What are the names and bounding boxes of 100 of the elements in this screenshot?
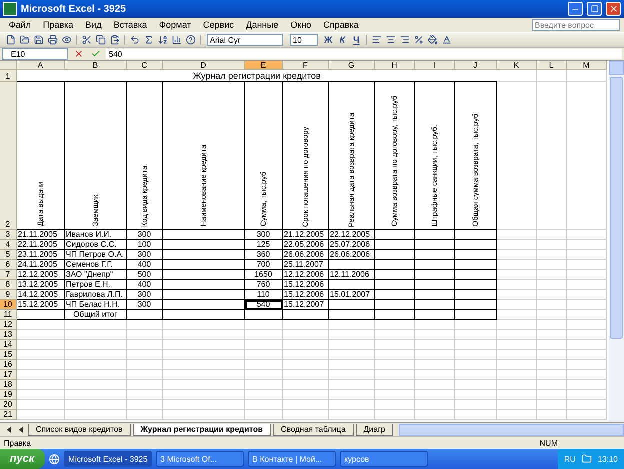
format-button[interactable]: К [336, 34, 349, 46]
help-search-field[interactable]: Введите вопрос [532, 19, 620, 31]
help-button[interactable] [184, 34, 197, 46]
align-center-button[interactable] [384, 34, 397, 46]
column-header[interactable]: E [245, 61, 283, 70]
column-header[interactable]: M [567, 61, 607, 70]
row-header[interactable]: 4 [0, 240, 17, 250]
copy-button[interactable] [94, 34, 107, 46]
row-header[interactable]: 16 [0, 360, 17, 370]
name-box[interactable]: E10 [2, 48, 68, 60]
save-button[interactable] [32, 34, 45, 46]
row-header[interactable]: 9 [0, 290, 17, 300]
close-button[interactable] [606, 2, 621, 16]
menu-item[interactable]: Данные [241, 20, 284, 30]
empty-cell [455, 300, 497, 310]
menu-item[interactable]: Сервис [198, 20, 240, 30]
row-header[interactable]: 21 [0, 410, 17, 420]
tab-nav-icon[interactable] [19, 426, 23, 432]
format-button[interactable]: Ж [322, 34, 335, 46]
taskbar-button[interactable]: 3 Microsoft Of... [156, 451, 244, 467]
row-header[interactable]: 13 [0, 330, 17, 340]
row-header[interactable]: 12 [0, 320, 17, 330]
font-name-field[interactable]: Arial Cyr [207, 34, 283, 46]
column-header[interactable]: K [497, 61, 537, 70]
scissors-button[interactable] [80, 34, 93, 46]
row-header[interactable]: 14 [0, 340, 17, 350]
format-button[interactable]: Ч [350, 34, 363, 46]
tab-nav-icon[interactable] [7, 426, 11, 432]
row-header[interactable]: 8 [0, 280, 17, 290]
font-size-field[interactable]: 10 [290, 34, 318, 46]
column-header[interactable]: A [17, 61, 65, 70]
menu-item[interactable]: Окно [286, 20, 317, 30]
column-header[interactable]: J [455, 61, 497, 70]
chart-button[interactable] [170, 34, 183, 46]
column-header[interactable]: C [127, 61, 163, 70]
empty-cell [537, 370, 567, 380]
empty-cell [455, 400, 497, 410]
empty-cell [127, 350, 163, 360]
taskbar-button[interactable]: В Контакте | Мой... [248, 451, 336, 467]
row-header[interactable]: 6 [0, 260, 17, 270]
sort-icon [158, 35, 168, 45]
empty-cell [245, 350, 283, 360]
row-header[interactable]: 5 [0, 250, 17, 260]
menu-item[interactable]: Справка [318, 20, 364, 30]
empty-cell [375, 350, 415, 360]
row-header[interactable]: 15 [0, 350, 17, 360]
empty-cell [415, 370, 455, 380]
menu-item[interactable]: Файл [4, 20, 36, 30]
row-header[interactable]: 10 [0, 300, 17, 310]
empty-cell [455, 350, 497, 360]
sheet-tab[interactable]: Список видов кредитов [28, 424, 131, 436]
empty-cell [415, 380, 455, 390]
row-header[interactable]: 11 [0, 310, 17, 320]
column-header[interactable]: B [65, 61, 127, 70]
column-header[interactable]: F [283, 61, 329, 70]
row-header[interactable]: 2 [0, 82, 17, 230]
row-header[interactable]: 19 [0, 390, 17, 400]
table-cell: 300 [127, 230, 163, 240]
empty-cell [245, 410, 283, 420]
row-header[interactable]: 7 [0, 270, 17, 280]
row-header[interactable]: 17 [0, 370, 17, 380]
column-header[interactable]: G [329, 61, 375, 70]
row-header[interactable]: 1 [0, 70, 17, 82]
sheet-tab[interactable]: Сводная таблица [273, 424, 354, 436]
row-header[interactable]: 3 [0, 230, 17, 240]
browser-icon[interactable] [48, 454, 60, 464]
row-header[interactable]: 18 [0, 380, 17, 390]
vertical-scrollbar[interactable] [609, 61, 624, 422]
menu-item[interactable]: Правка [38, 20, 79, 30]
column-header[interactable]: I [415, 61, 455, 70]
sheet-tab[interactable]: Диагр [356, 424, 394, 436]
column-header[interactable]: D [163, 61, 245, 70]
empty-cell [329, 280, 375, 290]
menu-item[interactable]: Формат [154, 20, 196, 30]
sort-button[interactable] [156, 34, 169, 46]
align-left-button[interactable] [370, 34, 383, 46]
menu-item[interactable]: Вставка [108, 20, 152, 30]
undo-button[interactable] [128, 34, 141, 46]
clock: 13:10 [598, 454, 618, 464]
table-cell: Гаврилова Л.П. [65, 290, 127, 300]
column-header[interactable]: H [375, 61, 415, 70]
minimize-button[interactable] [568, 2, 583, 16]
horizontal-scrollbar[interactable] [399, 424, 624, 436]
table-cell: 22.12.2005 [329, 230, 375, 240]
sheet-tab[interactable]: Журнал регистрации кредитов [132, 424, 272, 436]
formula-field[interactable]: 540 [106, 49, 622, 59]
menu-item[interactable]: Вид [80, 20, 107, 30]
empty-cell [537, 240, 567, 250]
folder-button[interactable] [18, 34, 31, 46]
empty-cell [567, 360, 607, 370]
taskbar-button[interactable]: Microsoft Excel - 3925 [64, 451, 152, 467]
maximize-button[interactable] [587, 2, 602, 16]
preview-button[interactable] [60, 34, 73, 46]
fill-color-button[interactable] [426, 34, 439, 46]
folder-icon [20, 35, 30, 45]
taskbar-button[interactable]: курсов [340, 451, 428, 467]
printer-button[interactable] [46, 34, 59, 46]
column-header[interactable]: L [537, 61, 567, 70]
row-header[interactable]: 20 [0, 400, 17, 410]
align-right-button[interactable] [398, 34, 411, 46]
